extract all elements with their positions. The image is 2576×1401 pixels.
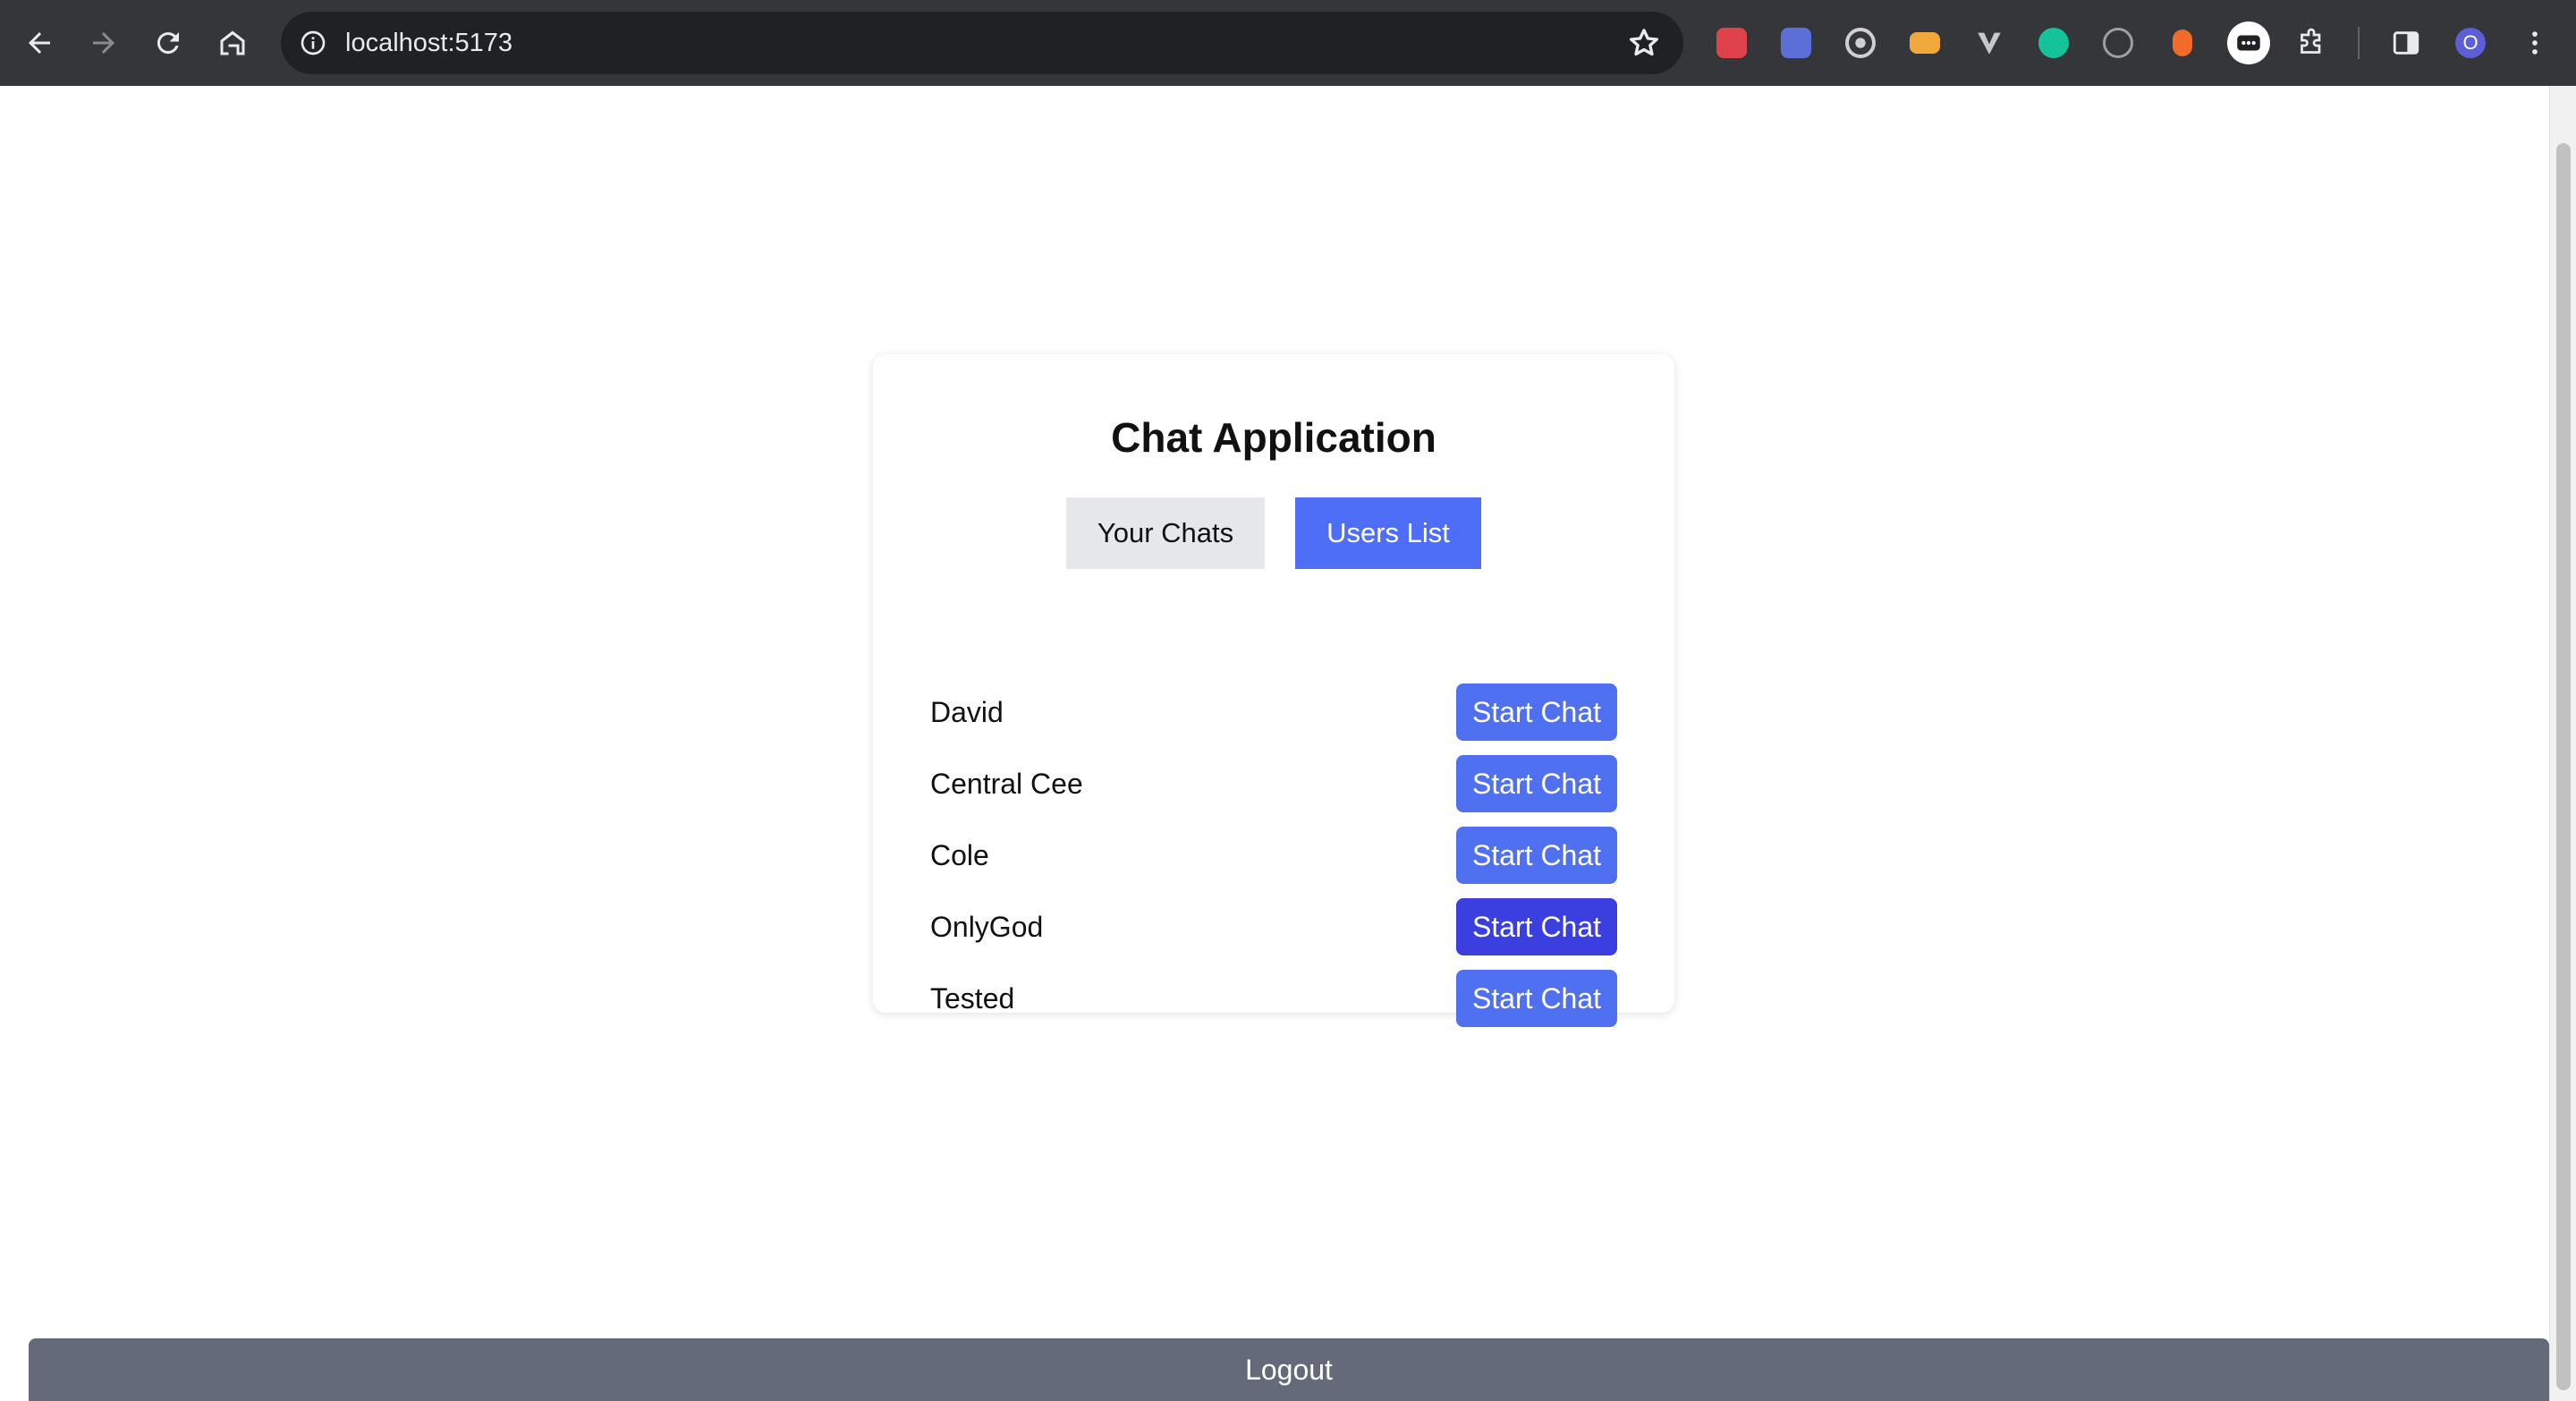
url-text: localhost:5173 [345,29,513,57]
users-list: David Start Chat Central Cee Start Chat … [930,684,1617,1041]
reload-icon [157,32,179,55]
user-name: David [930,696,1004,728]
list-item: Tested Start Chat [930,970,1617,1041]
extensions-puzzle-icon[interactable] [2292,23,2331,63]
browser-toolbar: localhost:5173 O [0,0,2576,86]
list-item: Cole Start Chat [930,827,1617,898]
ext-chat-icon[interactable] [2227,21,2270,64]
ext-orange-icon[interactable] [2163,23,2202,63]
start-chat-button[interactable]: Start Chat [1456,827,1617,884]
user-name: Cole [930,839,989,871]
user-name: OnlyGod [930,911,1044,943]
tab-users-list[interactable]: Users List [1295,497,1481,569]
address-bar[interactable]: localhost:5173 [281,12,1683,74]
list-item: OnlyGod Start Chat [930,898,1617,970]
forward-button[interactable] [79,18,129,68]
list-item: Central Cee Start Chat [930,755,1617,827]
ext-info-icon[interactable] [2098,23,2138,63]
browser-menu-icon[interactable] [2515,23,2555,63]
home-button[interactable] [208,18,258,68]
start-chat-button[interactable]: Start Chat [1456,684,1617,741]
chat-app-card: Chat Application Your Chats Users List D… [873,354,1674,1027]
arrow-right-icon [93,32,114,54]
start-chat-button[interactable]: Start Chat [1456,755,1617,812]
page-scrollbar[interactable] [2549,86,2576,1401]
ext-ticket-icon[interactable] [1905,23,1945,63]
ext-target-icon[interactable] [1841,23,1880,63]
browser-window: localhost:5173 O Chat Application Your C… [0,0,2576,1401]
ext-grammarly-icon[interactable] [2034,23,2073,63]
scrollbar-thumb[interactable] [2556,143,2571,1390]
back-button[interactable] [14,18,64,68]
site-info-icon[interactable] [293,23,333,63]
home-icon [220,30,245,55]
list-item: David Start Chat [930,684,1617,755]
user-name: Central Cee [930,768,1083,800]
tab-your-chats[interactable]: Your Chats [1066,497,1265,569]
start-chat-button[interactable]: Start Chat [1456,898,1617,955]
profile-avatar[interactable]: O [2451,23,2490,63]
side-panel-icon[interactable] [2386,23,2426,63]
ext-red-icon[interactable] [1712,23,1751,63]
page-viewport: Chat Application Your Chats Users List D… [0,86,2576,1401]
ext-download-icon[interactable] [1776,23,1816,63]
arrow-left-icon [29,32,50,54]
tab-bar: Your Chats Users List [873,497,1674,569]
bookmark-star-icon[interactable] [1626,25,1662,61]
user-name: Tested [930,982,1015,1015]
toolbar-divider [2358,27,2360,59]
page-title: Chat Application [1111,414,1436,461]
ext-v-icon[interactable] [1970,23,2009,63]
logout-button[interactable]: Logout [29,1338,2549,1401]
start-chat-button[interactable]: Start Chat [1456,970,1617,1027]
reload-button[interactable] [143,18,193,68]
